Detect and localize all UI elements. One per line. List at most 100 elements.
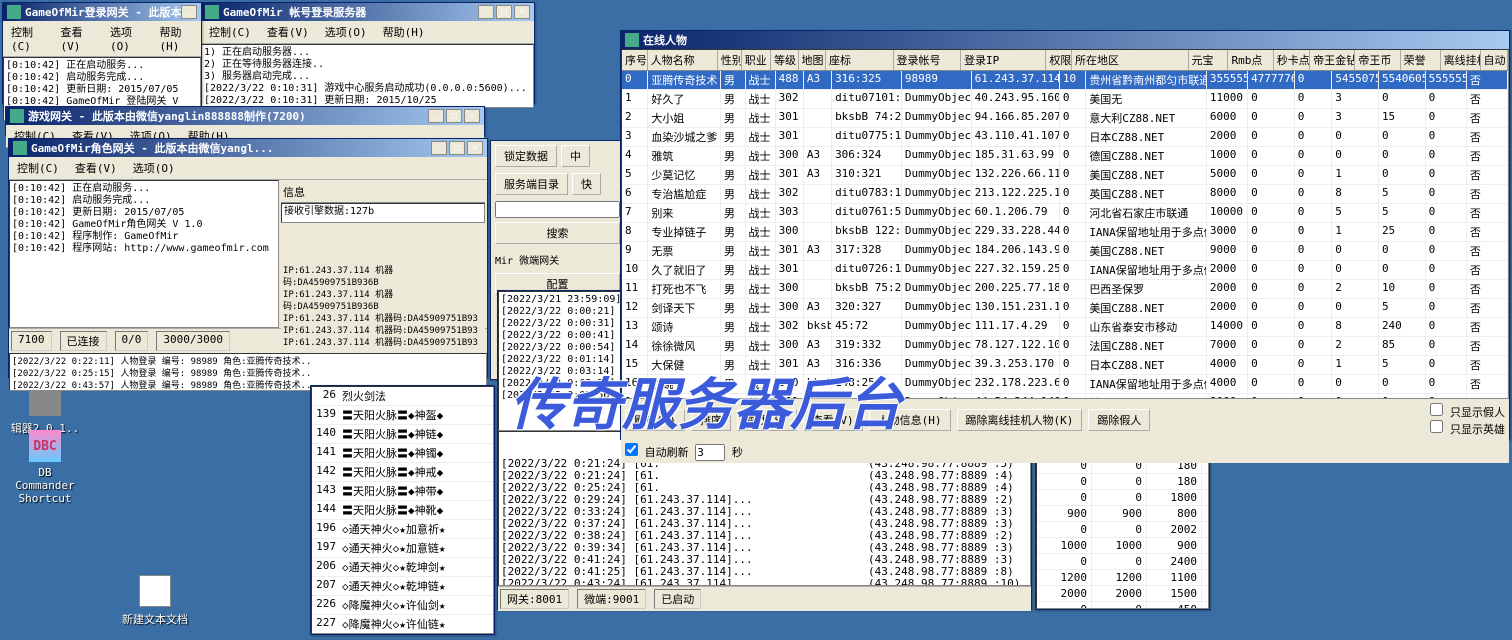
window-online-players[interactable]: 在线人物 序号人物名称性别职业等级地图座标登录帐号登录IP权限所在地区元宝Rmb…: [620, 30, 1510, 440]
table-row[interactable]: 16心跳男战士300bksb148:25DummyObject232.178.2…: [622, 375, 1508, 394]
refresh-button[interactable]: 刷新(R): [625, 409, 685, 431]
list-item[interactable]: 226◇降魔神火◇★许仙剑★: [312, 596, 493, 615]
close-button[interactable]: ×: [514, 5, 530, 19]
list-item[interactable]: 141〓天阳火脉〓◆神镯◆: [312, 444, 493, 463]
minimize-button[interactable]: _: [431, 141, 447, 155]
column-header[interactable]: 登录帐号: [894, 50, 962, 70]
minimize-button[interactable]: _: [181, 5, 197, 19]
list-item[interactable]: 26烈火剑法: [312, 387, 493, 406]
column-header[interactable]: 荣誉: [1401, 50, 1441, 70]
minimize-button[interactable]: _: [478, 5, 494, 19]
menu-view[interactable]: 查看(V): [71, 159, 121, 177]
column-header[interactable]: 序号: [622, 50, 648, 70]
menu-options[interactable]: 选项(O): [129, 159, 179, 177]
search-button[interactable]: 搜索: [495, 222, 620, 244]
list-item[interactable]: 227◇降魔神火◇★许仙链★: [312, 615, 493, 634]
table-row[interactable]: 1好久了男战士302ditu07101:146DummyObject40.243…: [622, 90, 1508, 109]
menu-help[interactable]: 帮助(H): [156, 23, 198, 54]
item-list[interactable]: 26烈火剑法139〓天阳火脉〓◆神盔◆140〓天阳火脉〓◆神链◆141〓天阳火脉…: [311, 386, 494, 634]
info-tab[interactable]: 信息: [281, 182, 485, 203]
window-game-gate[interactable]: 游戏网关 - 此版本由微信yanglin888888制作(7200) _ □ ×…: [5, 106, 485, 136]
menu-control[interactable]: 控制(C): [7, 23, 49, 54]
column-header[interactable]: Rmb点: [1228, 50, 1273, 70]
table-row[interactable]: 0亚腾传奇技术男战士488A3316:3259898961.243.37.114…: [622, 71, 1508, 90]
window-login-server[interactable]: GameOfMir 帐号登录服务器 _ □ × 控制(C) 查看(V) 选项(O…: [200, 2, 535, 104]
search-input[interactable]: [495, 201, 620, 218]
auto-refresh-checkbox[interactable]: 自动刷新: [625, 446, 689, 459]
list-item[interactable]: 196◇通天神火◇★加意祈★: [312, 520, 493, 539]
menu-control[interactable]: 控制(C): [13, 159, 63, 177]
list-item[interactable]: 144〓天阳火脉〓◆神靴◆: [312, 501, 493, 520]
list-item[interactable]: 143〓天阳火脉〓◆神带◆: [312, 482, 493, 501]
list-item[interactable]: 142〓天阳火脉〓◆神戒◆: [312, 463, 493, 482]
list-item[interactable]: 140〓天阳火脉〓◆神链◆: [312, 425, 493, 444]
minimize-button[interactable]: _: [428, 109, 444, 123]
show-hero-checkbox[interactable]: 只显示英雄: [1430, 423, 1505, 436]
charinfo-button[interactable]: 人物信息(H): [869, 409, 951, 431]
table-row[interactable]: 5少莫记忆男战士301A3310:321DummyObject132.226.6…: [622, 166, 1508, 185]
column-header[interactable]: 职业: [742, 50, 771, 70]
window-role-gate[interactable]: GameOfMir角色网关 - 此版本由微信yangl... _ □ × 控制(…: [8, 138, 488, 378]
window-login-gate[interactable]: GameOfMir登录网关 - 此版本由微信y... _ 控制(C) 查看(V)…: [2, 2, 202, 104]
table-row[interactable]: 6专治尴尬症男战士302ditu0783:145DummyObject213.1…: [622, 185, 1508, 204]
column-header[interactable]: 所在地区: [1072, 50, 1188, 70]
lock-data-button[interactable]: 锁定数据: [495, 145, 557, 167]
view-button[interactable]: 查看(V): [803, 409, 863, 431]
mid-button[interactable]: 中: [561, 145, 590, 167]
list-item[interactable]: 206◇通天神火◇★乾坤剑★: [312, 558, 493, 577]
search-button[interactable]: 查找(S): [737, 409, 797, 431]
maximize-button[interactable]: □: [446, 109, 462, 123]
column-header[interactable]: 等级: [771, 50, 798, 70]
desktop-icon-editor[interactable]: 辑器2.0.1..: [10, 384, 80, 436]
server-dir-button[interactable]: 服务端目录: [495, 173, 568, 195]
column-header[interactable]: 自动: [1481, 50, 1508, 70]
column-header[interactable]: 地图: [799, 50, 826, 70]
list-item[interactable]: 207◇通天神火◇★乾坤链★: [312, 577, 493, 596]
column-header[interactable]: 秒卡点: [1274, 50, 1310, 70]
desktop-icon-textdoc[interactable]: 新建文本文档: [120, 575, 190, 627]
players-table[interactable]: 序号人物名称性别职业等级地图座标登录帐号登录IP权限所在地区元宝Rmb点秒卡点帝…: [621, 49, 1509, 399]
maximize-button[interactable]: □: [449, 141, 465, 155]
table-row[interactable]: 2大小姐男战士301bksbB 74:203DummyObject94.166.…: [622, 109, 1508, 128]
menu-view[interactable]: 查看(V): [263, 23, 313, 41]
menu-help[interactable]: 帮助(H): [379, 23, 429, 41]
column-header[interactable]: 人物名称: [648, 50, 718, 70]
table-row[interactable]: 15大保健男战士301A3316:336DummyObject39.3.253.…: [622, 356, 1508, 375]
close-button[interactable]: ×: [467, 141, 483, 155]
column-header[interactable]: 座标: [826, 50, 894, 70]
column-header[interactable]: 离线挂机: [1441, 50, 1481, 70]
column-header[interactable]: 性别: [718, 50, 742, 70]
table-row[interactable]: 4雅筑男战士300A3306:324DummyObject185.31.63.9…: [622, 147, 1508, 166]
menu-control[interactable]: 控制(C): [205, 23, 255, 41]
window-bottom-table[interactable]: 0018000180001800018009009008000020021000…: [1035, 440, 1210, 610]
table-row[interactable]: 8专业掉链子男战士300bksbB 122:87DummyObject229.3…: [622, 223, 1508, 242]
table-row[interactable]: 14徐徐微风男战士300A3319:332DummyObject78.127.1…: [622, 337, 1508, 356]
list-item[interactable]: 139〓天阳火脉〓◆神盔◆: [312, 406, 493, 425]
maximize-button[interactable]: □: [496, 5, 512, 19]
desktop-icon-dbc[interactable]: DBC DB Commander Shortcut: [10, 430, 80, 505]
table-row[interactable]: 7别来男战士303ditu0761:59DummyObject60.1.206.…: [622, 204, 1508, 223]
table-row[interactable]: 10久了就旧了男战士301ditu0726:114DummyObject227.…: [622, 261, 1508, 280]
column-header[interactable]: 帝王币: [1355, 50, 1400, 70]
table-row[interactable]: 3血染沙城之爹男战士301ditu0775:129DummyObject43.1…: [622, 128, 1508, 147]
column-header[interactable]: 登录IP: [961, 50, 1046, 70]
menu-options[interactable]: 选项(O): [106, 23, 148, 54]
table-row[interactable]: 13颂诗男战士302bksb45:72DummyObject111.17.4.2…: [622, 318, 1508, 337]
menu-options[interactable]: 选项(O): [321, 23, 371, 41]
column-header[interactable]: 权限: [1046, 50, 1072, 70]
window-item-list[interactable]: 26烈火剑法139〓天阳火脉〓◆神盔◆140〓天阳火脉〓◆神链◆141〓天阳火脉…: [310, 385, 495, 635]
table-row[interactable]: 12剑译天下男战士300A3320:327DummyObject130.151.…: [622, 299, 1508, 318]
show-fake-checkbox[interactable]: 只显示假人: [1430, 406, 1505, 419]
kickoff-button[interactable]: 踢除离线挂机人物(K): [957, 409, 1083, 431]
column-header[interactable]: 帝王金钻: [1310, 50, 1355, 70]
kickfake-button[interactable]: 踢除假人: [1088, 409, 1150, 431]
column-header[interactable]: 元宝: [1189, 50, 1229, 70]
quick-button[interactable]: 快: [572, 173, 601, 195]
table-row[interactable]: 11打死也不飞男战士300bksbB 75:201DummyObject200.…: [622, 280, 1508, 299]
close-button[interactable]: ×: [464, 109, 480, 123]
list-item[interactable]: 197◇通天神火◇★加意链★: [312, 539, 493, 558]
table-row[interactable]: 9无票男战士301A3317:328DummyObject184.206.143…: [622, 242, 1508, 261]
sort-button[interactable]: 排序: [691, 409, 731, 431]
auto-interval-input[interactable]: [695, 444, 725, 461]
menu-view[interactable]: 查看(V): [57, 23, 99, 54]
